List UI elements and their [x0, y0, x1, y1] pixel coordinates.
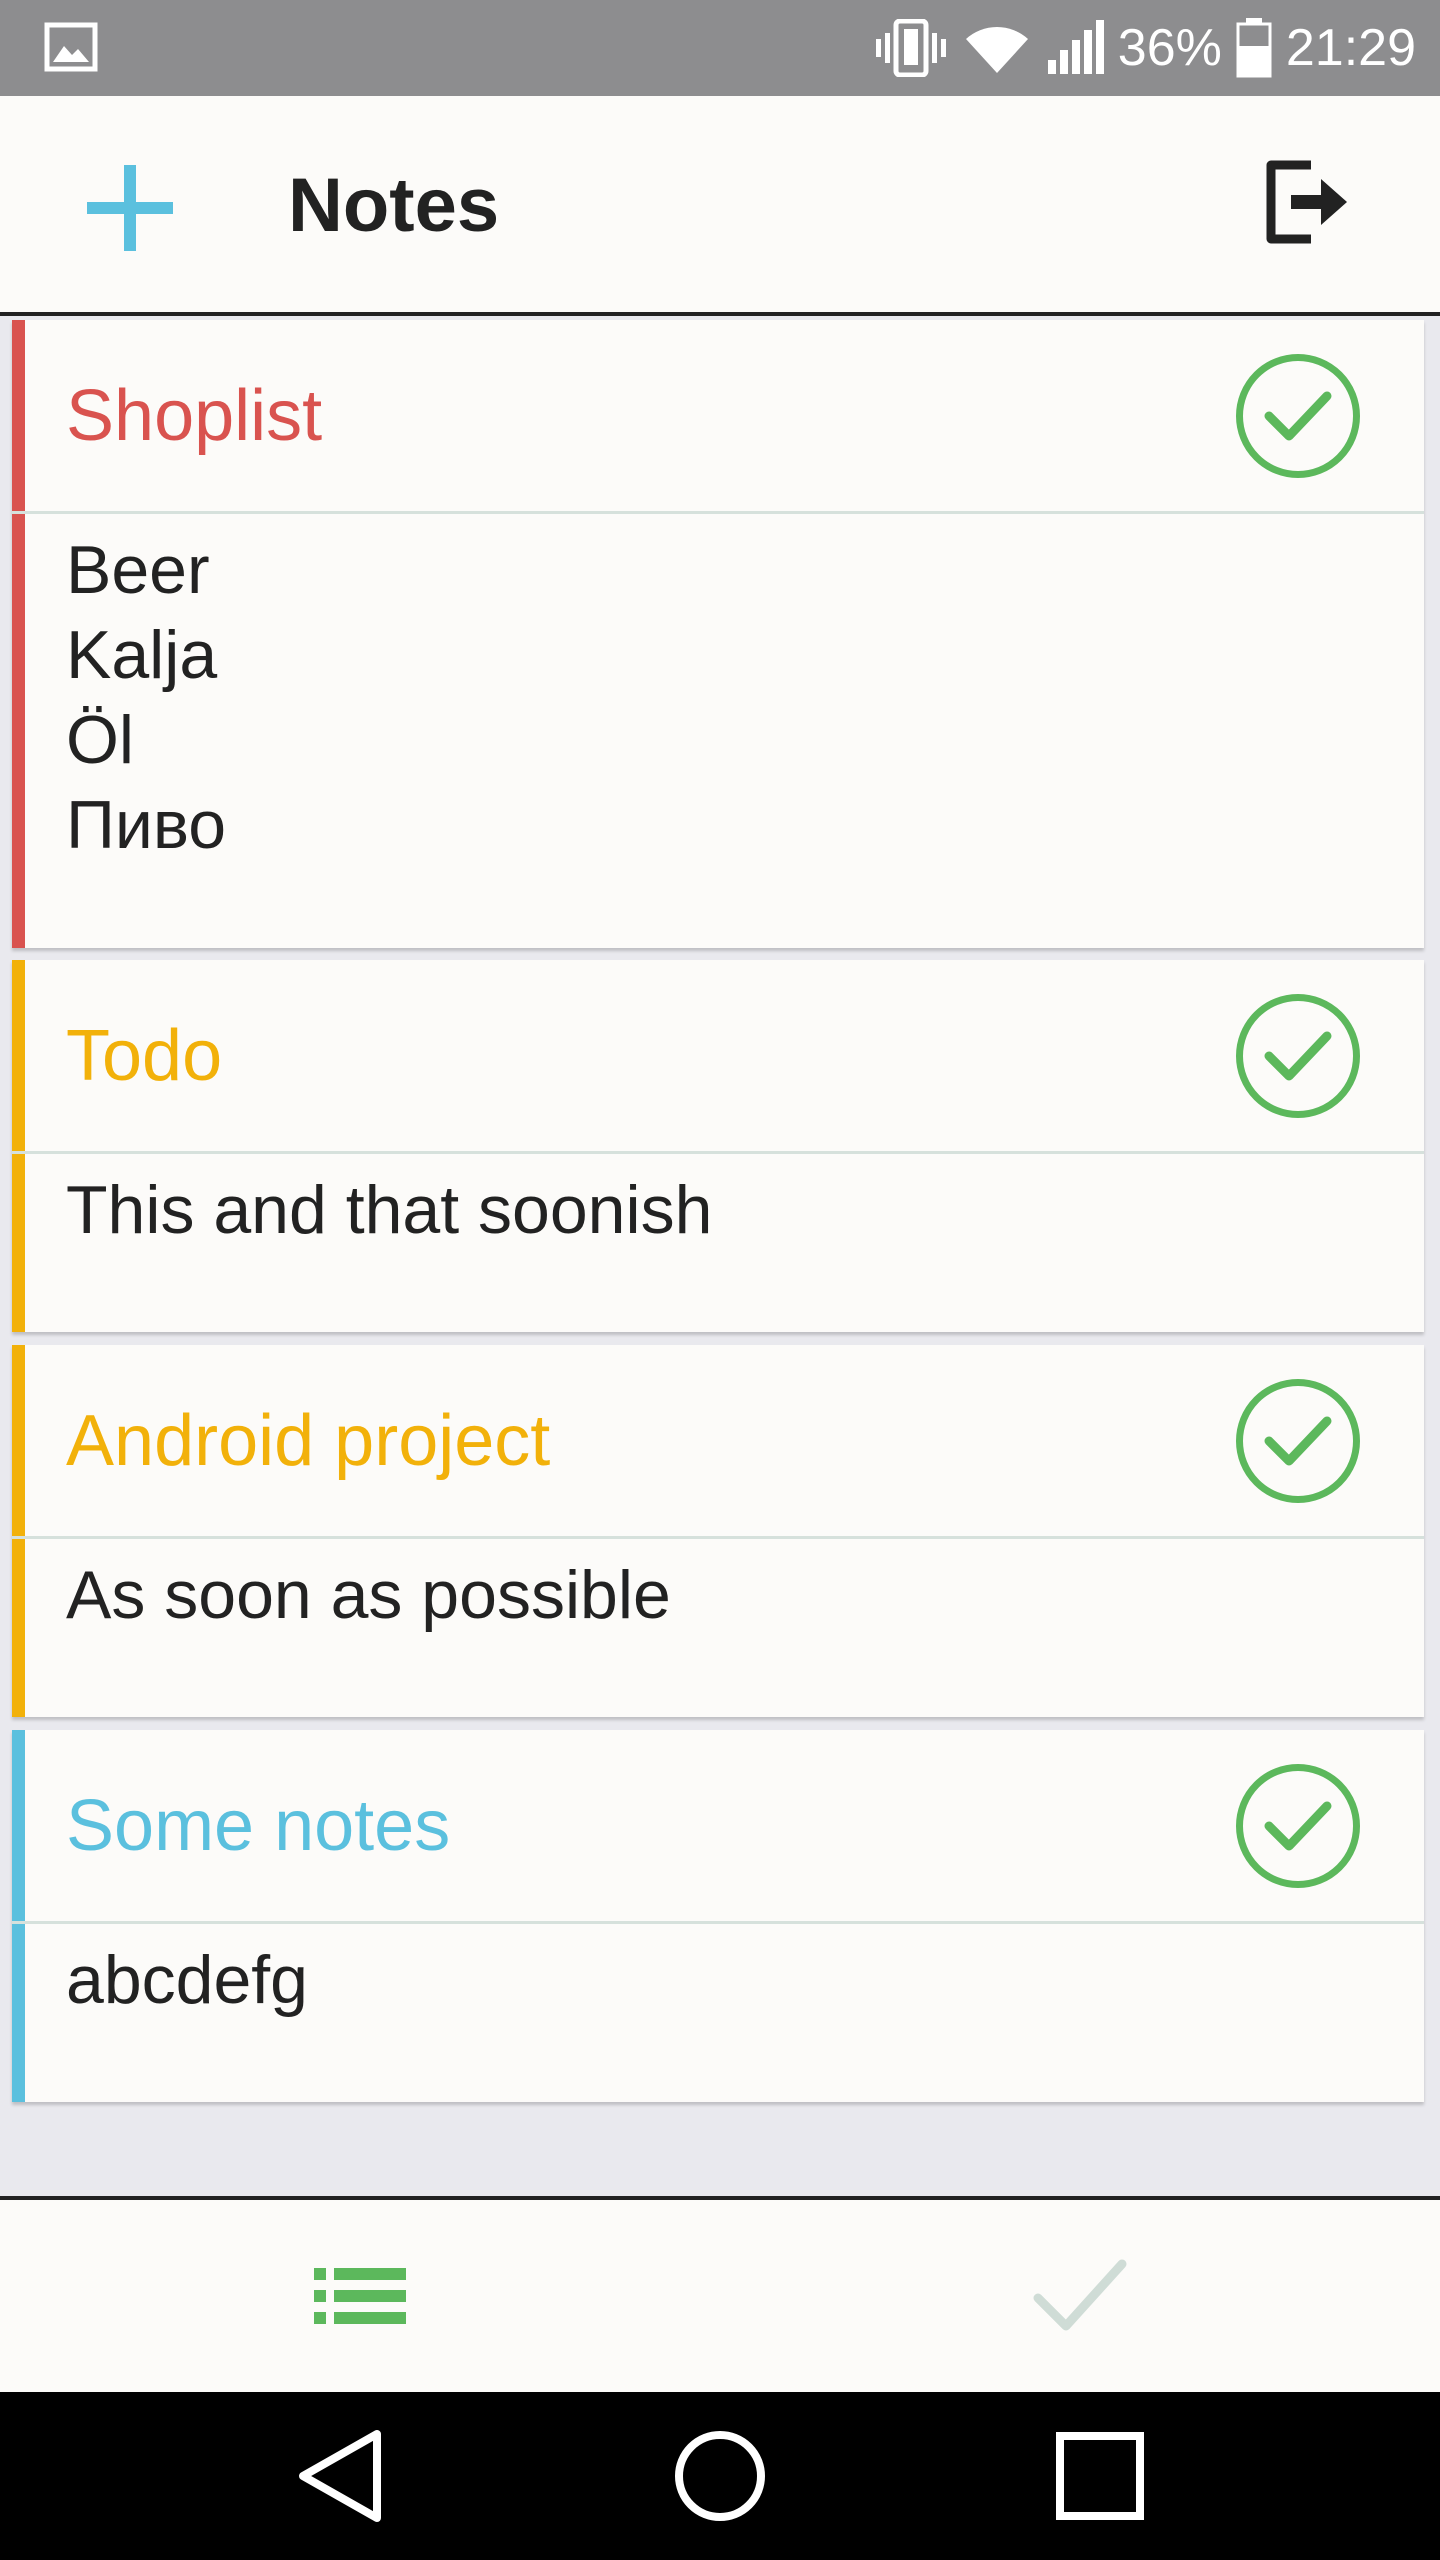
- page-title: Notes: [288, 163, 500, 248]
- note-header: Android project: [12, 1345, 1424, 1539]
- note-body: abcdefg: [66, 1942, 308, 2018]
- clock: 21:29: [1285, 19, 1416, 77]
- note-body: This and that soonish: [66, 1172, 713, 1248]
- wifi-icon: [965, 26, 1028, 73]
- note-header: Some notes: [12, 1730, 1424, 1924]
- signal-icon: [1047, 20, 1104, 74]
- note-body: As soon as possible: [66, 1557, 671, 1633]
- note-title: Android project: [66, 1400, 551, 1481]
- check-icon: [1264, 1031, 1332, 1081]
- note-body: Beer Kalja Öl Пиво: [66, 532, 227, 863]
- check-icon: [1264, 1801, 1332, 1851]
- recents-button[interactable]: [1030, 2416, 1170, 2536]
- note-title: Todo: [66, 1015, 223, 1096]
- plus-icon: [87, 165, 173, 251]
- mark-done-button[interactable]: [1236, 1379, 1360, 1503]
- note-header: Shoplist: [12, 320, 1424, 514]
- logout-button[interactable]: [1256, 152, 1356, 252]
- recents-icon: [1056, 2432, 1144, 2520]
- home-button[interactable]: [650, 2416, 790, 2536]
- check-icon: [1033, 2259, 1127, 2331]
- logout-icon: [1266, 160, 1347, 244]
- status-bar: 36% 21:29: [0, 0, 1440, 96]
- list-icon: [314, 2268, 406, 2324]
- check-icon: [1264, 391, 1332, 441]
- note-header: Todo: [12, 960, 1424, 1154]
- vibrate-icon: [875, 19, 946, 77]
- note-title: Some notes: [66, 1785, 451, 1866]
- mark-done-button[interactable]: [1236, 354, 1360, 478]
- battery-icon: [1236, 18, 1272, 78]
- system-nav-bar: [0, 2392, 1440, 2560]
- note-card[interactable]: Todo This and that soonish: [12, 960, 1424, 1332]
- back-button[interactable]: [270, 2416, 410, 2536]
- note-card[interactable]: Android project As soon as possible: [12, 1345, 1424, 1717]
- nav-completed[interactable]: [720, 2200, 1440, 2392]
- mark-done-button[interactable]: [1236, 994, 1360, 1118]
- nav-notes-list[interactable]: [0, 2200, 720, 2392]
- check-icon: [1264, 1416, 1332, 1466]
- note-card[interactable]: Shoplist Beer Kalja Öl Пиво: [12, 320, 1424, 948]
- bottom-nav: [0, 2196, 1440, 2392]
- gallery-notification-icon: [44, 22, 98, 72]
- back-icon: [299, 2430, 381, 2522]
- add-note-button[interactable]: [80, 158, 180, 258]
- note-title: Shoplist: [66, 375, 323, 456]
- mark-done-button[interactable]: [1236, 1764, 1360, 1888]
- app-bar: Notes: [0, 96, 1440, 316]
- home-icon: [675, 2431, 765, 2521]
- note-card[interactable]: Some notes abcdefg: [12, 1730, 1424, 2102]
- battery-percent: 36%: [1117, 19, 1222, 77]
